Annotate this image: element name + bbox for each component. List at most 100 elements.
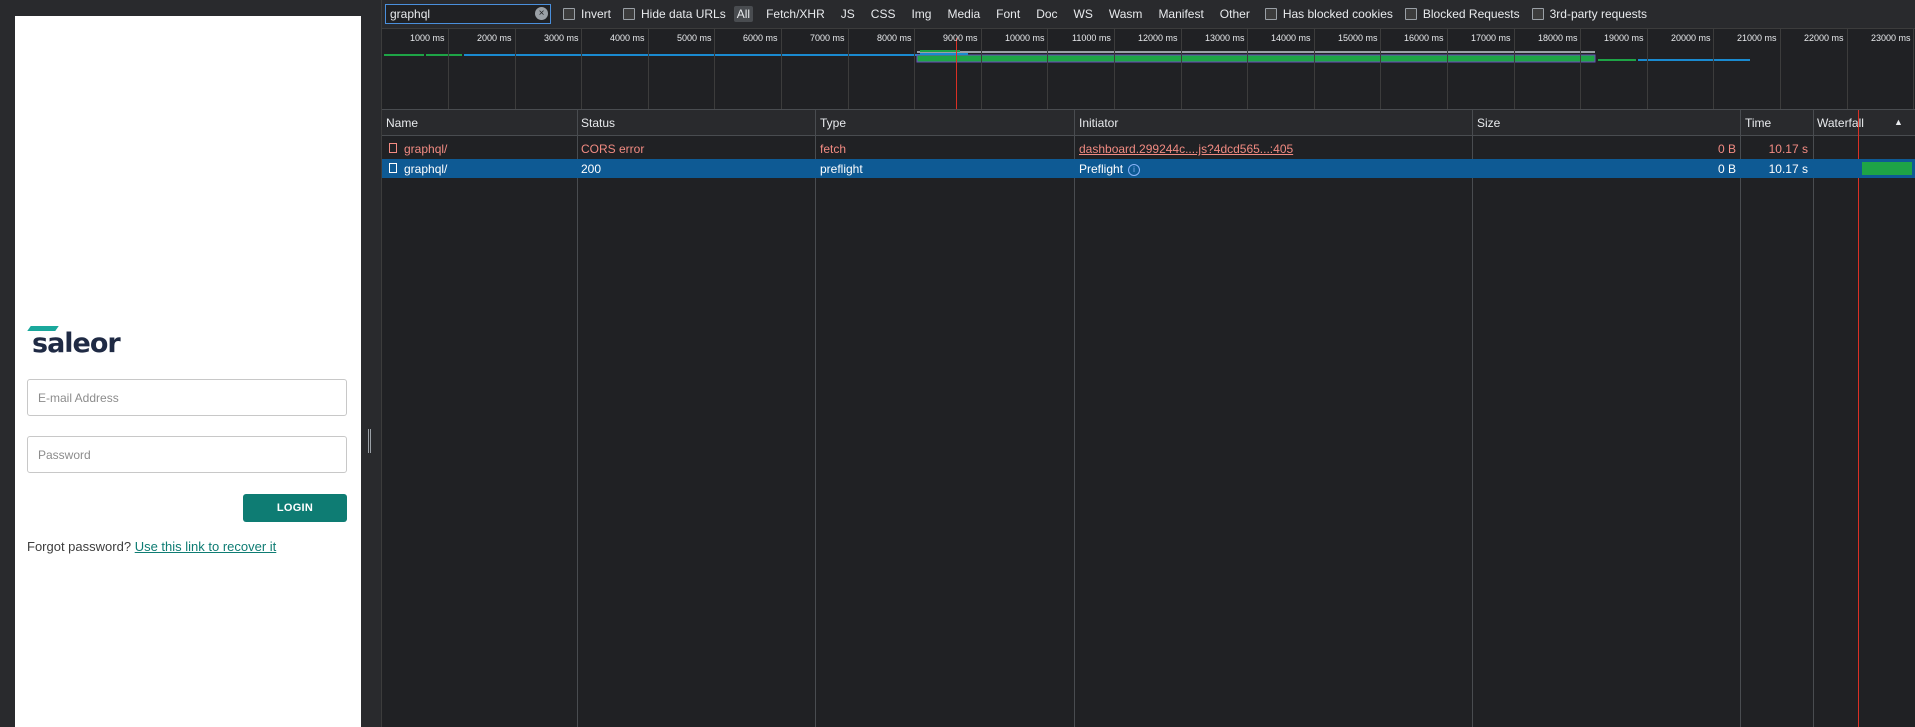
overview-grid-line	[1447, 29, 1448, 109]
overview-tick-label: 9000 ms	[943, 33, 978, 43]
table-header: Name Status Type Initiator Size Time Wat…	[382, 110, 1915, 136]
request-error-icon	[389, 143, 397, 153]
type-filter-manifest[interactable]: Manifest	[1155, 6, 1206, 22]
request-name: graphql/	[404, 142, 448, 156]
request-initiator: Preflight i	[1079, 162, 1141, 176]
waterfall-bar	[1862, 162, 1912, 175]
overview-grid-line	[1114, 29, 1115, 109]
column-header-status[interactable]: Status	[581, 116, 615, 130]
overview-grid-line	[1380, 29, 1381, 109]
overview-grid-line	[1780, 29, 1781, 109]
initiator-text: Preflight	[1079, 162, 1124, 176]
column-divider[interactable]	[577, 110, 578, 727]
overview-tick-label: 22000 ms	[1804, 33, 1844, 43]
invert-checkbox[interactable]: Invert	[563, 7, 611, 21]
overview-tick-label: 11000 ms	[1072, 33, 1111, 43]
blocked-requests-checkbox-box[interactable]	[1404, 8, 1417, 20]
column-header-time[interactable]: Time	[1745, 116, 1771, 130]
column-header-waterfall[interactable]: Waterfall	[1817, 116, 1864, 130]
type-filter-img[interactable]: Img	[908, 6, 934, 22]
column-header-size[interactable]: Size	[1477, 116, 1500, 130]
request-document-icon	[389, 163, 397, 173]
overview-bar-small-green	[920, 50, 960, 52]
network-overview-timeline[interactable]: 1000 ms 2000 ms 3000 ms 4000 ms 5000 ms 6000 …	[382, 29, 1915, 110]
table-row[interactable]: graphql/ 200 preflight Preflight i 0 B 10…	[382, 159, 1915, 178]
third-party-requests-checkbox[interactable]: 3rd-party requests	[1531, 7, 1647, 21]
column-header-name[interactable]: Name	[386, 116, 418, 130]
has-blocked-cookies-label: Has blocked cookies	[1282, 7, 1393, 21]
overview-bar-gray	[917, 51, 1595, 53]
table-row[interactable]: graphql/ CORS error fetch dashboard.2992…	[382, 139, 1915, 158]
splitter-grip-icon[interactable]	[368, 429, 371, 453]
overview-tick-label: 1000 ms	[410, 33, 445, 43]
request-initiator-link[interactable]: dashboard.299244c....js?4dcd565...:405	[1079, 142, 1293, 156]
blocked-requests-checkbox[interactable]: Blocked Requests	[1404, 7, 1520, 21]
type-filter-css[interactable]: CSS	[868, 6, 899, 22]
has-blocked-cookies-checkbox-box[interactable]	[1264, 8, 1277, 20]
request-time: 10.17 s	[1768, 162, 1808, 176]
column-header-type[interactable]: Type	[820, 116, 846, 130]
overview-load-marker	[956, 38, 957, 109]
type-filter-js[interactable]: JS	[838, 6, 858, 22]
invert-checkbox-box[interactable]	[563, 8, 575, 20]
overview-grid-line	[648, 29, 649, 109]
overview-tick-label: 6000 ms	[743, 33, 778, 43]
overview-grid-line	[1514, 29, 1515, 109]
column-divider[interactable]	[1813, 110, 1814, 727]
request-size: 0 B	[1717, 142, 1736, 156]
type-filter-doc[interactable]: Doc	[1033, 6, 1060, 22]
saleor-logo: saleor	[27, 326, 127, 366]
requests-table: Name Status Type Initiator Size Time Wat…	[382, 110, 1915, 727]
overview-bar-green-2	[426, 54, 462, 56]
invert-label: Invert	[581, 7, 612, 21]
overview-grid-line	[1713, 29, 1714, 109]
forgot-password-text: Forgot password? Use this link to recove…	[27, 539, 276, 554]
sort-ascending-icon[interactable]: ▲	[1894, 117, 1903, 127]
overview-tick-label: 7000 ms	[810, 33, 845, 43]
type-filter-all[interactable]: All	[733, 6, 754, 22]
recover-password-link[interactable]: Use this link to recover it	[135, 539, 277, 554]
overview-grid-line	[515, 29, 516, 109]
overview-tick-label: 19000 ms	[1604, 33, 1644, 43]
column-header-initiator[interactable]: Initiator	[1079, 116, 1118, 130]
overview-request-box	[916, 54, 1596, 63]
overview-grid-line	[1580, 29, 1581, 109]
type-filter-wasm[interactable]: Wasm	[1106, 6, 1146, 22]
overview-bar-blue-1	[464, 54, 967, 56]
column-divider[interactable]	[1074, 110, 1075, 727]
overview-tick-label: 10000 ms	[1005, 33, 1045, 43]
type-filter-media[interactable]: Media	[944, 6, 983, 22]
request-type: fetch	[820, 142, 847, 156]
pane-splitter[interactable]	[361, 0, 380, 727]
hide-data-urls-checkbox-box[interactable]	[623, 8, 636, 20]
overview-bar-green-1	[384, 54, 424, 56]
hide-data-urls-checkbox[interactable]: Hide data URLs	[623, 7, 726, 21]
type-filter-other[interactable]: Other	[1217, 6, 1253, 22]
column-divider[interactable]	[1740, 110, 1741, 727]
overview-tick-label: 12000 ms	[1138, 33, 1178, 43]
info-icon[interactable]: i	[1128, 163, 1141, 176]
overview-grid-line	[714, 29, 715, 109]
overview-bar-green-3	[1598, 59, 1636, 61]
filter-box: ×	[385, 4, 551, 24]
overview-grid-line	[848, 29, 849, 109]
type-filter-font[interactable]: Font	[993, 6, 1023, 22]
overview-grid-line	[1847, 29, 1848, 109]
column-divider[interactable]	[1472, 110, 1473, 727]
third-party-label: 3rd-party requests	[1549, 7, 1647, 21]
email-field[interactable]	[27, 379, 347, 416]
filter-input[interactable]	[386, 5, 534, 23]
has-blocked-cookies-checkbox[interactable]: Has blocked cookies	[1264, 7, 1393, 21]
network-filter-bar: × Invert Hide data URLs All Fetch/XHR JS…	[382, 0, 1915, 29]
type-filter-ws[interactable]: WS	[1071, 6, 1096, 22]
type-filter-fetch-xhr[interactable]: Fetch/XHR	[763, 6, 828, 22]
third-party-checkbox-box[interactable]	[1531, 8, 1544, 20]
column-divider[interactable]	[815, 110, 816, 727]
clear-filter-icon[interactable]: ×	[535, 7, 548, 20]
forgot-password-label: Forgot password?	[27, 539, 132, 554]
waterfall-load-marker	[1858, 110, 1859, 727]
overview-bar-small-blue	[920, 53, 968, 55]
overview-tick-label: 5000 ms	[677, 33, 712, 43]
login-button[interactable]: LOGIN	[243, 494, 347, 522]
password-field[interactable]	[27, 436, 347, 473]
